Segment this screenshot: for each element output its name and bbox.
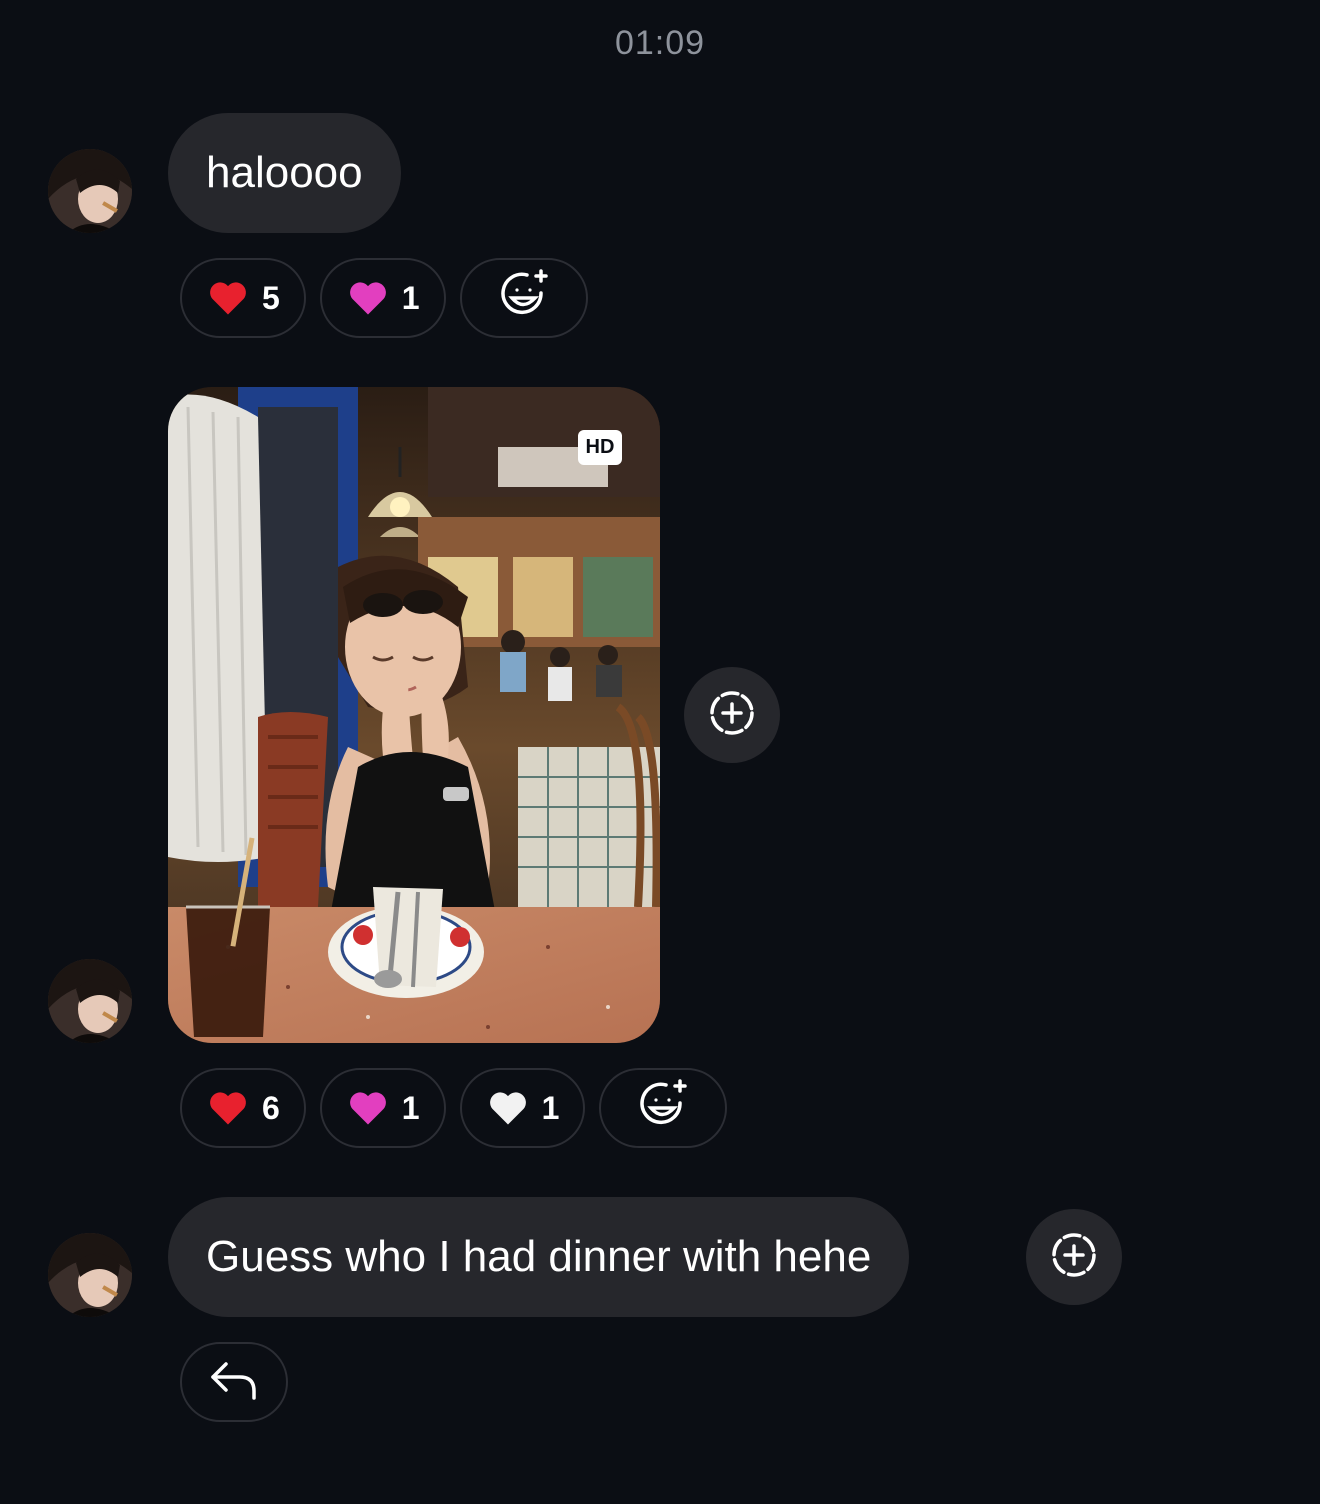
- message-bubble[interactable]: haloooo: [168, 113, 401, 233]
- message-bubble[interactable]: Guess who I had dinner with hehe: [168, 1197, 910, 1317]
- message-timestamp: 01:09: [614, 24, 706, 62]
- reaction-bar: 6 1 1: [180, 1068, 728, 1148]
- chat-thread: 01:09 haloooo 5 1 HD 6 1 1 Guess who I h…: [0, 0, 1320, 1504]
- reaction-count: 5: [262, 279, 280, 316]
- add-reaction-icon: [497, 267, 551, 329]
- red-heart-icon: [206, 1086, 250, 1130]
- red-heart-icon: [206, 276, 250, 320]
- message-text: Guess who I had dinner with hehe: [206, 1232, 872, 1281]
- reaction-count: 1: [541, 1089, 560, 1126]
- add-reaction-button[interactable]: [459, 258, 588, 338]
- reaction-red-heart[interactable]: 5: [180, 258, 306, 338]
- forward-button[interactable]: [684, 667, 780, 763]
- message-text: haloooo: [206, 148, 363, 197]
- add-circle-dashed-icon: [1049, 1230, 1099, 1285]
- reaction-count: 1: [401, 1089, 420, 1126]
- sender-avatar[interactable]: [48, 1233, 132, 1317]
- photo-message[interactable]: HD: [168, 387, 660, 1043]
- reaction-pink-heart[interactable]: 1: [319, 258, 446, 338]
- hd-badge: HD: [578, 430, 622, 465]
- add-reaction-icon: [636, 1077, 690, 1139]
- pink-heart-icon: [346, 1086, 390, 1130]
- reaction-pink-heart[interactable]: 1: [319, 1068, 446, 1148]
- add-reaction-button[interactable]: [599, 1068, 728, 1148]
- forward-button[interactable]: [1026, 1209, 1122, 1305]
- white-heart-icon: [486, 1086, 530, 1130]
- reply-button[interactable]: [180, 1342, 288, 1422]
- reaction-count: 1: [401, 279, 420, 316]
- reply-arrow-icon: [208, 1358, 260, 1407]
- sender-avatar[interactable]: [48, 149, 132, 233]
- photo-image: [168, 387, 660, 1043]
- reaction-count: 6: [262, 1089, 280, 1126]
- reaction-red-heart[interactable]: 6: [180, 1068, 306, 1148]
- add-circle-dashed-icon: [707, 688, 757, 743]
- reaction-white-heart[interactable]: 1: [459, 1068, 586, 1148]
- pink-heart-icon: [346, 276, 390, 320]
- reaction-bar: 5 1: [180, 258, 588, 338]
- sender-avatar[interactable]: [48, 959, 132, 1043]
